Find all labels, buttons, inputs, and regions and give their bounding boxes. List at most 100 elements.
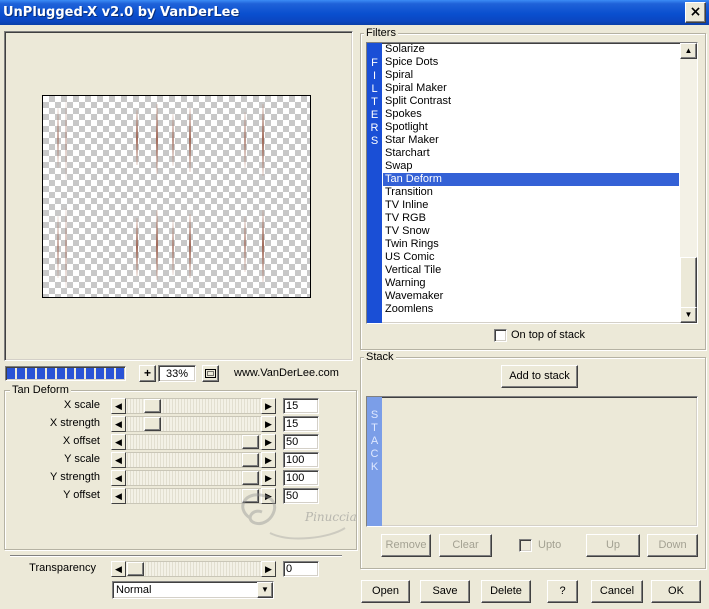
filter-list-item[interactable]: TV Snow (383, 225, 679, 238)
filter-list-item[interactable]: Starchart (383, 147, 679, 160)
right-arrow-icon[interactable]: ▶ (261, 561, 276, 577)
left-arrow-icon[interactable]: ◀ (111, 398, 126, 414)
help-button[interactable]: ? (547, 580, 578, 603)
scroll-down-icon[interactable]: ▼ (680, 307, 697, 323)
transparency-input[interactable]: 0 (283, 561, 319, 577)
param-row-y-strength: Y strength ◀ ▶ 100 (0, 470, 352, 487)
filters-scrollbar[interactable]: ▲ ▼ (680, 43, 697, 323)
stack-group-title: Stack (364, 351, 396, 363)
slider-thumb[interactable] (144, 399, 161, 413)
filter-list-item[interactable]: Split Contrast (383, 95, 679, 108)
title-bar: UnPlugged-X v2.0 by VanDerLee × (0, 0, 709, 25)
tab-letter: T (371, 422, 378, 434)
up-button[interactable]: Up (586, 534, 640, 557)
remove-button[interactable]: Remove (381, 534, 431, 557)
slider-thumb[interactable] (242, 453, 259, 467)
open-button[interactable]: Open (361, 580, 410, 603)
preview-streak (172, 114, 174, 166)
x-scale-slider[interactable]: ◀ ▶ (111, 398, 276, 414)
scroll-up-icon[interactable]: ▲ (680, 43, 697, 59)
delete-button[interactable]: Delete (481, 580, 531, 603)
slider-thumb[interactable] (127, 562, 144, 576)
filter-list-item[interactable]: Transition (383, 186, 679, 199)
parameters-group-title: Tan Deform (10, 384, 71, 396)
scroll-thumb[interactable] (680, 257, 697, 309)
param-row-x-scale: X scale ◀ ▶ 15 (0, 398, 352, 415)
tab-letter: A (370, 435, 379, 447)
filter-list-item[interactable]: Wavemaker (383, 290, 679, 303)
filter-list-item[interactable]: Zoomlens (383, 303, 679, 316)
stack-list[interactable]: STACK (366, 396, 698, 527)
x-strength-slider[interactable]: ◀ ▶ (111, 416, 276, 432)
filter-list-item[interactable]: Warning (383, 277, 679, 290)
chevron-down-icon[interactable]: ▼ (257, 582, 273, 598)
slider-thumb[interactable] (242, 471, 259, 485)
filter-list-item[interactable]: Spiral (383, 69, 679, 82)
blend-mode-value: Normal (116, 584, 152, 596)
param-label: Y offset (63, 489, 100, 501)
progress-block (96, 368, 105, 379)
left-arrow-icon[interactable]: ◀ (111, 434, 126, 450)
filter-list-item[interactable]: Spice Dots (383, 56, 679, 69)
left-arrow-icon[interactable]: ◀ (111, 452, 126, 468)
close-button[interactable]: × (685, 2, 706, 23)
save-button[interactable]: Save (420, 580, 470, 603)
filter-list-item[interactable]: TV Inline (383, 199, 679, 212)
stack-vertical-tab: STACK (367, 397, 382, 526)
add-to-stack-button[interactable]: Add to stack (501, 365, 578, 388)
slider-thumb[interactable] (144, 417, 161, 431)
y-scale-input[interactable]: 100 (283, 452, 319, 468)
x-offset-slider[interactable]: ◀ ▶ (111, 434, 276, 450)
filter-list-item[interactable]: TV RGB (383, 212, 679, 225)
slider-thumb[interactable] (242, 435, 259, 449)
filter-list-item[interactable]: Tan Deform (383, 173, 679, 186)
filter-list-item[interactable]: Solarize (383, 43, 679, 56)
zoom-fit-button[interactable] (202, 365, 219, 382)
x-strength-input[interactable]: 15 (283, 416, 319, 432)
upto-label: Upto (538, 539, 562, 551)
clear-button[interactable]: Clear (439, 534, 492, 557)
transparency-slider[interactable]: ◀ ▶ (111, 561, 276, 577)
website-link[interactable]: www.VanDerLee.com (234, 367, 339, 379)
divider (10, 555, 342, 557)
filter-list-item[interactable]: Swap (383, 160, 679, 173)
filter-list-item[interactable]: Vertical Tile (383, 264, 679, 277)
on-top-of-stack-checkbox[interactable] (494, 329, 507, 342)
left-arrow-icon[interactable]: ◀ (111, 470, 126, 486)
down-button[interactable]: Down (647, 534, 698, 557)
filters-list[interactable]: FILTERS Solarize Spice Dots Spiral Spiral M… (366, 42, 698, 324)
filter-list-item[interactable]: Spotlight (383, 121, 679, 134)
right-arrow-icon[interactable]: ▶ (261, 434, 276, 450)
x-scale-input[interactable]: 15 (283, 398, 319, 414)
right-arrow-icon[interactable]: ▶ (261, 470, 276, 486)
left-arrow-icon[interactable]: ◀ (111, 488, 126, 504)
filter-list-item[interactable]: Twin Rings (383, 238, 679, 251)
tab-letter: I (372, 70, 377, 82)
blend-mode-select[interactable]: Normal ▼ (112, 581, 274, 599)
close-icon: × (689, 4, 702, 20)
filter-list-item[interactable]: Star Maker (383, 134, 679, 147)
upto-checkbox[interactable] (519, 539, 532, 552)
right-arrow-icon[interactable]: ▶ (261, 452, 276, 468)
left-arrow-icon[interactable]: ◀ (111, 416, 126, 432)
right-arrow-icon[interactable]: ▶ (261, 416, 276, 432)
zoom-in-button[interactable]: + (139, 365, 156, 382)
tab-letter: L (371, 83, 378, 95)
y-scale-slider[interactable]: ◀ ▶ (111, 452, 276, 468)
filter-list-item[interactable]: Spokes (383, 108, 679, 121)
x-offset-input[interactable]: 50 (283, 434, 319, 450)
filter-list-item[interactable]: Spiral Maker (383, 82, 679, 95)
left-arrow-icon[interactable]: ◀ (111, 561, 126, 577)
right-arrow-icon[interactable]: ▶ (261, 398, 276, 414)
transparency-label: Transparency (29, 562, 96, 574)
progress-block (26, 368, 35, 379)
y-strength-slider[interactable]: ◀ ▶ (111, 470, 276, 486)
tab-letter: F (371, 57, 378, 69)
progress-block (56, 368, 65, 379)
preview-streak (189, 108, 191, 172)
filter-list-item[interactable]: US Comic (383, 251, 679, 264)
ok-button[interactable]: OK (651, 580, 701, 603)
progress-block (86, 368, 95, 379)
y-strength-input[interactable]: 100 (283, 470, 319, 486)
cancel-button[interactable]: Cancel (591, 580, 643, 603)
